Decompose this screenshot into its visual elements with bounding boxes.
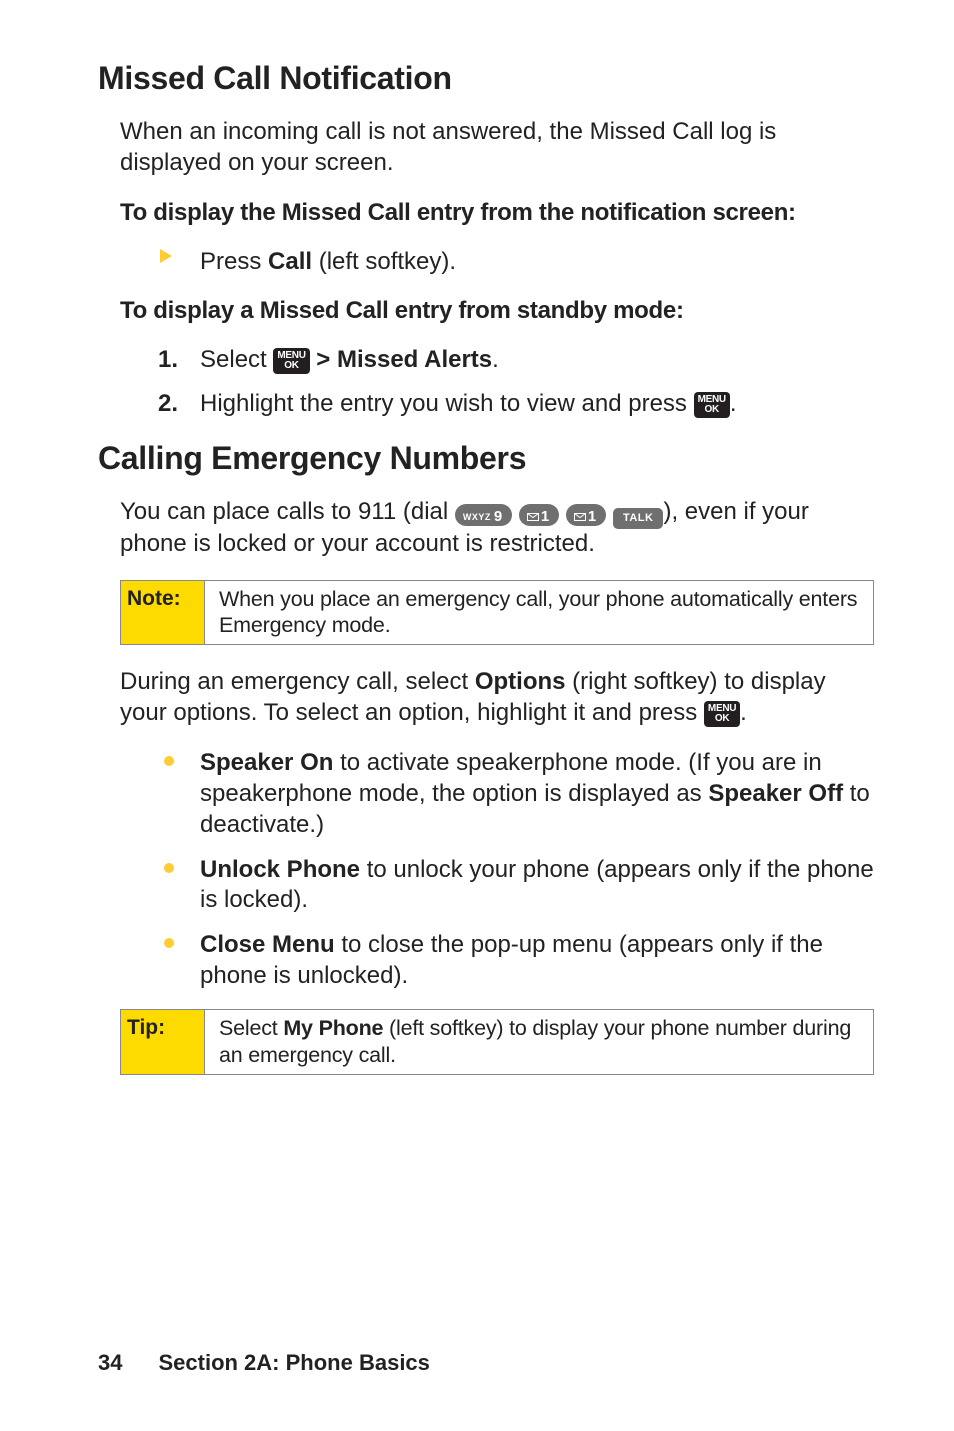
tip-label: Tip: — [121, 1010, 205, 1073]
text: . — [740, 699, 747, 726]
note-label: Note: — [121, 581, 205, 644]
step-list-standby: 1. Select MENUOK > Missed Alerts. 2. Hig… — [98, 345, 874, 420]
note-body: When you place an emergency call, your p… — [205, 581, 873, 644]
step-text: Select — [200, 346, 273, 373]
envelope-icon — [527, 513, 539, 521]
option-title: Unlock Phone — [200, 856, 360, 883]
heading-emergency: Calling Emergency Numbers — [98, 438, 874, 479]
menu-ok-key-icon: MENUOK — [704, 701, 740, 727]
bullet-icon — [164, 756, 174, 766]
sub-instruction-1: To display the Missed Call entry from th… — [98, 198, 874, 229]
section-label: Section 2A: Phone Basics — [158, 1350, 429, 1375]
text: Select — [219, 1016, 283, 1040]
my-phone-label: My Phone — [283, 1016, 383, 1040]
option-title: Speaker On — [200, 749, 333, 776]
step-text-tail: (left softkey). — [312, 248, 456, 275]
step-text-tail: . — [492, 346, 499, 373]
tip-body: Select My Phone (left softkey) to displa… — [205, 1010, 873, 1073]
intro-paragraph: When an incoming call is not answered, t… — [98, 117, 874, 178]
key-1-icon: 1 — [519, 504, 559, 526]
note-callout: Note: When you place an emergency call, … — [120, 580, 874, 645]
page-footer: 34 Section 2A: Phone Basics — [98, 1349, 430, 1377]
step-text-tail: . — [730, 390, 737, 417]
step-list-notification: Press Call (left softkey). — [98, 247, 874, 278]
options-list: Speaker On to activate speakerphone mode… — [98, 748, 874, 991]
options-paragraph: During an emergency call, select Options… — [98, 667, 874, 728]
options-softkey-label: Options — [475, 668, 566, 695]
step-1: 1. Select MENUOK > Missed Alerts. — [158, 345, 874, 376]
step-number: 1. — [158, 345, 178, 376]
page-number: 34 — [98, 1350, 122, 1375]
heading-missed-call: Missed Call Notification — [98, 58, 874, 99]
option-close-menu: Close Menu to close the pop-up menu (app… — [158, 930, 874, 991]
step-press-call: Press Call (left softkey). — [158, 247, 874, 278]
tip-callout: Tip: Select My Phone (left softkey) to d… — [120, 1009, 874, 1074]
menu-ok-key-icon: MENUOK — [694, 392, 730, 418]
text: During an emergency call, select — [120, 668, 475, 695]
talk-key-icon: TALK — [613, 508, 664, 529]
option-title: Close Menu — [200, 931, 335, 958]
call-softkey-label: Call — [268, 248, 312, 275]
triangle-bullet-icon — [160, 249, 172, 263]
menu-ok-key-icon: MENUOK — [273, 348, 309, 374]
envelope-icon — [574, 513, 586, 521]
missed-alerts-label: > Missed Alerts — [310, 346, 493, 373]
step-text: Press — [200, 248, 268, 275]
emergency-paragraph: You can place calls to 911 (dial WXYZ9 1… — [98, 497, 874, 560]
sub-instruction-2: To display a Missed Call entry from stan… — [98, 296, 874, 327]
key-1-icon: 1 — [566, 504, 606, 526]
option-speaker-on: Speaker On to activate speakerphone mode… — [158, 748, 874, 840]
step-number: 2. — [158, 389, 178, 420]
text: You can place calls to 911 (dial — [120, 498, 455, 525]
key-9-icon: WXYZ9 — [455, 504, 512, 526]
step-2: 2. Highlight the entry you wish to view … — [158, 389, 874, 420]
bullet-icon — [164, 938, 174, 948]
bullet-icon — [164, 863, 174, 873]
step-text: Highlight the entry you wish to view and… — [200, 390, 694, 417]
option-unlock-phone: Unlock Phone to unlock your phone (appea… — [158, 855, 874, 916]
option-title-2: Speaker Off — [708, 780, 843, 807]
